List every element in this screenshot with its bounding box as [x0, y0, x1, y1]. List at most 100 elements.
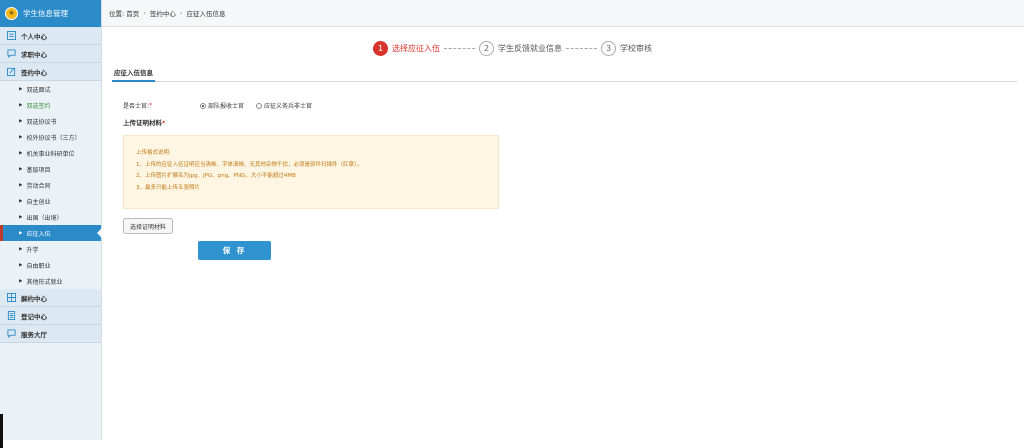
brand-header: ★ 学生信息管理	[0, 0, 101, 27]
doc-icon	[7, 311, 16, 320]
nav-group-label: 求职中心	[21, 50, 47, 59]
breadcrumb-separator: ›	[179, 9, 183, 17]
triangle-right-icon: ▶	[19, 150, 23, 156]
triangle-right-icon: ▶	[19, 118, 23, 124]
notice-line-3: 3、最多只能上传五张照片	[136, 184, 201, 191]
step-connector	[566, 48, 597, 49]
step-number: 1	[373, 41, 388, 56]
sidebar-item-abroad[interactable]: ▶ 出国（出境）	[0, 209, 101, 225]
notice-line-2: 2、上传图片扩展名为jpg、JPG、png、PNG，大小不能超过4MB	[136, 173, 296, 179]
triangle-right-icon: ▶	[19, 230, 23, 236]
sidebar-item-label: 出国（出境）	[26, 214, 63, 222]
radio-label: 部队报收士官	[208, 103, 245, 110]
breadcrumb-home[interactable]: 首页	[126, 8, 139, 18]
window-edge	[0, 414, 3, 448]
breadcrumb-sign-center[interactable]: 签约中心	[150, 8, 176, 18]
upload-title-text: 上传证明材料	[123, 119, 162, 127]
nav-group-label: 服务大厅	[21, 330, 47, 339]
step-1: 1 选择应征入伍	[373, 41, 440, 56]
sidebar-item-interview[interactable]: ▶ 双选面试	[0, 81, 101, 97]
nco-question-row: 是否士官: * 部队报收士官 应征义务兵非士官	[123, 101, 324, 110]
sidebar-item-label: 双选面试	[26, 86, 51, 94]
step-number: 3	[601, 41, 616, 56]
triangle-right-icon: ▶	[19, 262, 23, 268]
radio-option-non-nco[interactable]: 应征义务兵非士官	[256, 101, 312, 110]
step-label: 学生反馈就业信息	[498, 44, 562, 53]
progress-stepper: 1 选择应征入伍 2 学生反馈就业信息 3 学校审核	[373, 41, 652, 56]
nav-group-job-center[interactable]: 求职中心	[0, 45, 101, 63]
breadcrumb-prefix: 位置:	[109, 10, 125, 18]
nav-group-sign-center[interactable]: 签约中心	[0, 63, 101, 81]
breadcrumb-current: 应征入伍信息	[186, 10, 226, 18]
triangle-right-icon: ▶	[19, 86, 23, 92]
nav-group-label: 解约中心	[21, 294, 47, 303]
nav-group-service-hall[interactable]: 服务大厅	[0, 325, 101, 343]
sidebar-item-further-study[interactable]: ▶ 升学	[0, 241, 101, 257]
required-mark: *	[162, 119, 166, 127]
radio-option-nco[interactable]: 部队报收士官	[200, 101, 244, 110]
breadcrumb: 位置: 首页 › 签约中心 › 应征入伍信息	[102, 0, 1024, 27]
sidebar-item-external-agreement[interactable]: ▶ 校外协议书（三方）	[0, 129, 101, 145]
sidebar-item-agreement[interactable]: ▶ 双选协议书	[0, 113, 101, 129]
triangle-right-icon: ▶	[19, 198, 23, 204]
triangle-right-icon: ▶	[19, 246, 23, 252]
step-2: 2 学生反馈就业信息	[479, 41, 562, 56]
grid-icon	[7, 293, 16, 302]
nav-group-label: 登记中心	[21, 312, 47, 321]
sidebar-item-public-institution[interactable]: ▶ 机关事业科研单位	[0, 145, 101, 161]
step-3: 3 学校审核	[601, 41, 652, 56]
required-mark: *	[149, 102, 153, 109]
triangle-right-icon: ▶	[19, 134, 23, 140]
choose-file-button[interactable]: 选择证明材料	[123, 218, 174, 234]
sidebar-item-label: 双选签约	[26, 102, 51, 110]
save-button[interactable]: 保 存	[198, 241, 271, 260]
chat-icon	[7, 329, 16, 338]
step-label: 学校审核	[620, 44, 652, 53]
notice-title: 上传格式说明:	[136, 150, 171, 156]
sidebar-item-freelance[interactable]: ▶ 自由职业	[0, 257, 101, 273]
nav-group-label: 个人中心	[21, 32, 47, 41]
sidebar-item-label: 机关事业科研单位	[26, 150, 75, 158]
sidebar-item-label: 劳动合同	[26, 182, 51, 190]
radio-unchecked-icon[interactable]	[256, 102, 263, 109]
radio-label: 应征义务兵非士官	[264, 103, 313, 110]
sidebar-item-label: 其他形式就业	[26, 278, 63, 286]
sidebar-item-label: 自主创业	[26, 198, 51, 206]
nav-group-terminate-center[interactable]: 解约中心	[0, 289, 101, 307]
sidebar-item-enlistment[interactable]: ▶ 应征入伍	[0, 225, 102, 241]
notice-line-1: 1、上传的应征入伍证明应当清晰、字体清晰、无其他杂物干扰，必须是原件扫描件（红章…	[136, 161, 363, 168]
triangle-right-icon: ▶	[19, 278, 23, 284]
nav-group-personal-center[interactable]: 个人中心	[0, 27, 101, 45]
sidebar-item-entrepreneurship[interactable]: ▶ 自主创业	[0, 193, 101, 209]
sidebar-item-other-employment[interactable]: ▶ 其他形式就业	[0, 273, 101, 289]
radio-checked-icon[interactable]	[200, 102, 207, 109]
logo-icon: ★	[5, 7, 18, 20]
sidebar-item-label: 应征入伍	[26, 230, 51, 238]
sidebar-item-label: 双选协议书	[26, 118, 57, 126]
nav-group-register-center[interactable]: 登记中心	[0, 307, 101, 325]
upload-title: 上传证明材料*	[123, 117, 165, 127]
triangle-right-icon: ▶	[19, 102, 23, 108]
upload-notice: 上传格式说明: 1、上传的应征入伍证明应当清晰、字体清晰、无其他杂物干扰，必须是…	[123, 135, 499, 209]
triangle-right-icon: ▶	[19, 182, 23, 188]
step-label: 选择应征入伍	[392, 44, 440, 53]
sidebar: ★ 学生信息管理 个人中心 求职中心 签约中心 ▶ 双选面试 ▶ 双选签约 ▶ 双选协…	[0, 0, 102, 440]
sidebar-item-grassroots[interactable]: ▶ 基层项目	[0, 161, 101, 177]
tab-bar: 应征入伍信息	[112, 64, 1017, 82]
triangle-right-icon: ▶	[19, 166, 23, 172]
tab-enlistment-info[interactable]: 应征入伍信息	[112, 67, 155, 82]
sidebar-item-bilateral-sign[interactable]: ▶ 双选签约	[0, 97, 101, 113]
step-number: 2	[479, 41, 494, 56]
sidebar-item-labor-contract[interactable]: ▶ 劳动合同	[0, 177, 101, 193]
sidebar-item-label: 基层项目	[26, 166, 51, 174]
person-icon	[7, 31, 16, 40]
sidebar-item-label: 升学	[26, 246, 39, 254]
breadcrumb-separator: ›	[143, 9, 146, 17]
nav-group-label: 签约中心	[21, 68, 47, 77]
chat-icon	[7, 49, 16, 58]
brand-title: 学生信息管理	[23, 9, 68, 18]
step-connector	[444, 48, 475, 49]
sidebar-item-label: 自由职业	[26, 262, 51, 270]
nco-question-label: 是否士官:	[123, 103, 150, 110]
sign-icon	[7, 67, 16, 76]
